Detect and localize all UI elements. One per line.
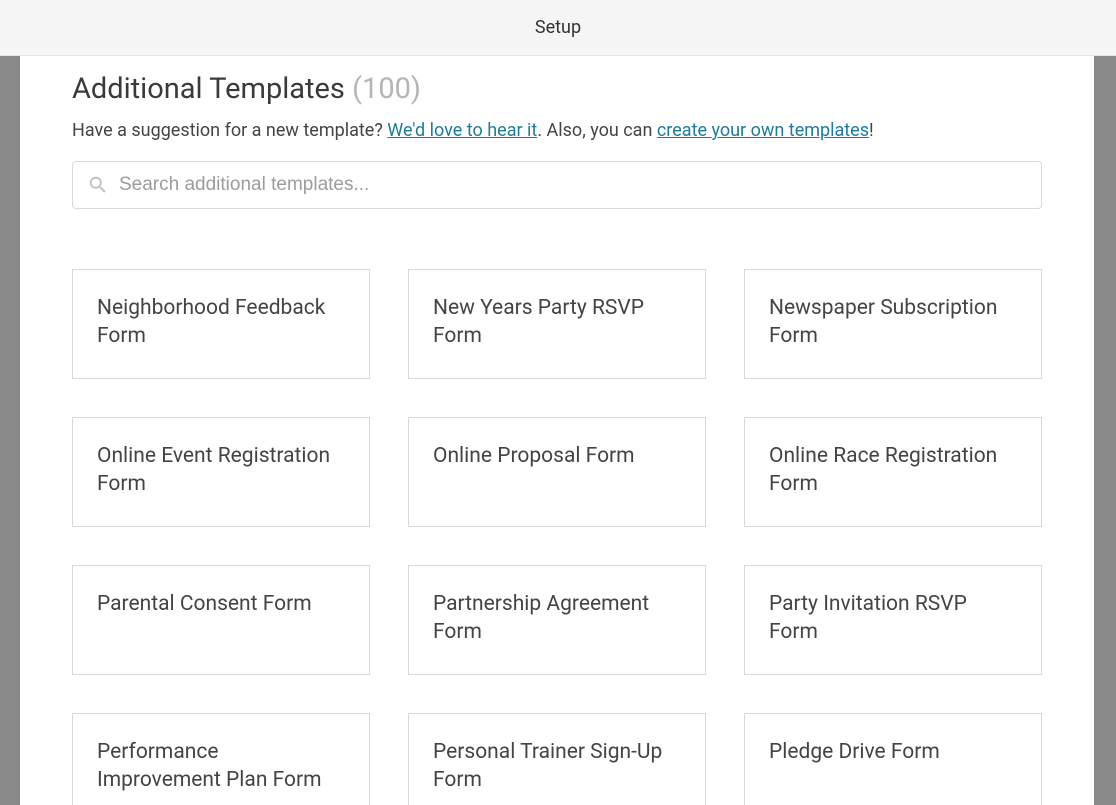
template-name: Partnership Agreement Form <box>433 590 681 647</box>
side-left-gutter <box>0 56 20 805</box>
setup-title: Setup <box>535 17 581 38</box>
suggestion-link[interactable]: We'd love to hear it <box>387 120 537 141</box>
template-name: Neighborhood Feedback Form <box>97 294 345 351</box>
template-name: New Years Party RSVP Form <box>433 294 681 351</box>
description-middle: . Also, you can <box>537 120 657 141</box>
description-text: Have a suggestion for a new template? We… <box>72 120 1042 141</box>
template-card[interactable]: Newspaper Subscription Form <box>744 269 1042 379</box>
search-box[interactable] <box>72 161 1042 209</box>
heading-title: Additional Templates <box>72 72 345 106</box>
search-icon <box>87 174 109 196</box>
side-right-gutter <box>1094 56 1116 805</box>
template-card[interactable]: Pledge Drive Form <box>744 713 1042 805</box>
heading-count: (100) <box>352 72 421 106</box>
template-name: Party Invitation RSVP Form <box>769 590 1017 647</box>
template-card[interactable]: Performance Improvement Plan Form <box>72 713 370 805</box>
content-wrapper: Additional Templates (100) Have a sugges… <box>20 56 1094 805</box>
template-card[interactable]: Neighborhood Feedback Form <box>72 269 370 379</box>
template-name: Online Event Registration Form <box>97 442 345 499</box>
template-name: Personal Trainer Sign-Up Form <box>433 738 681 795</box>
templates-grid: Neighborhood Feedback Form New Years Part… <box>72 219 1042 805</box>
template-name: Online Race Registration Form <box>769 442 1017 499</box>
template-name: Parental Consent Form <box>97 590 312 618</box>
template-card[interactable]: Online Event Registration Form <box>72 417 370 527</box>
content-header: Additional Templates (100) Have a sugges… <box>20 56 1094 219</box>
outer-row: Additional Templates (100) Have a sugges… <box>0 56 1116 805</box>
template-card[interactable]: Personal Trainer Sign-Up Form <box>408 713 706 805</box>
scroll-area[interactable]: Neighborhood Feedback Form New Years Part… <box>20 219 1094 805</box>
description-suffix: ! <box>869 120 874 141</box>
template-card[interactable]: Online Race Registration Form <box>744 417 1042 527</box>
template-name: Performance Improvement Plan Form <box>97 738 345 795</box>
page-heading: Additional Templates (100) <box>72 72 1042 106</box>
template-card[interactable]: Partnership Agreement Form <box>408 565 706 675</box>
template-name: Newspaper Subscription Form <box>769 294 1017 351</box>
create-own-link[interactable]: create your own templates <box>657 120 869 141</box>
template-name: Online Proposal Form <box>433 442 635 470</box>
topbar: Setup <box>0 0 1116 56</box>
template-card[interactable]: Party Invitation RSVP Form <box>744 565 1042 675</box>
template-name: Pledge Drive Form <box>769 738 940 766</box>
search-input[interactable] <box>119 174 1027 196</box>
template-card[interactable]: Parental Consent Form <box>72 565 370 675</box>
template-card[interactable]: Online Proposal Form <box>408 417 706 527</box>
description-prefix: Have a suggestion for a new template? <box>72 120 387 141</box>
template-card[interactable]: New Years Party RSVP Form <box>408 269 706 379</box>
